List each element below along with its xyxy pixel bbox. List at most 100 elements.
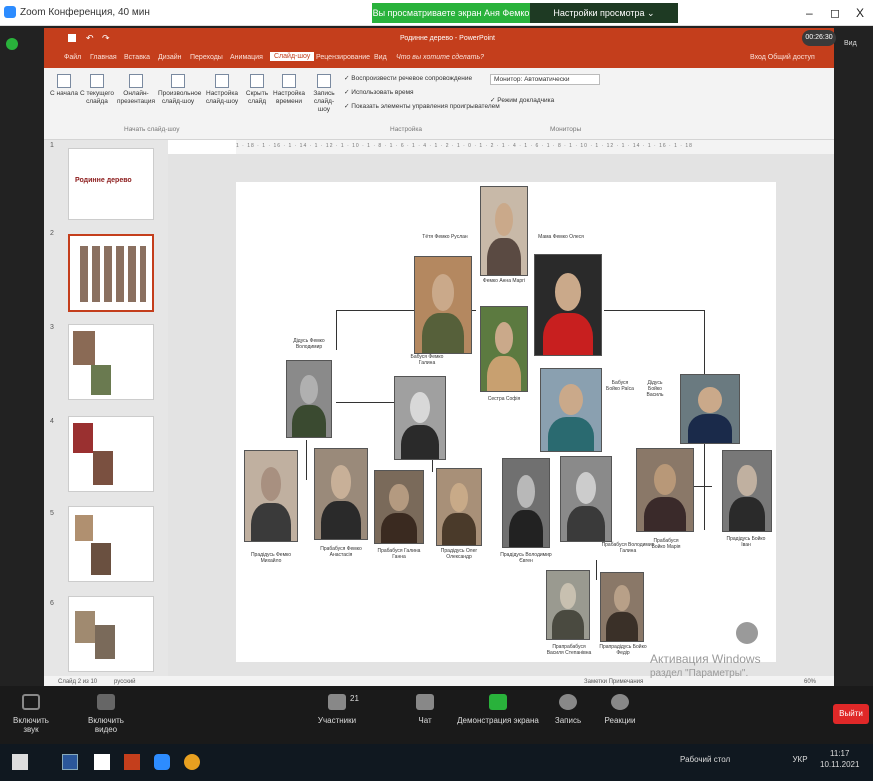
photo-ggp4[interactable] [436,468,482,546]
thumb-number: 4 [50,418,54,425]
rehearse-timings-button[interactable]: Настройка времени [272,74,306,106]
powerpoint-icon[interactable] [124,754,140,770]
language-indicator[interactable]: УКР [792,755,807,764]
windows-start-icon[interactable] [12,754,28,770]
label-gggp2: Прапрадідусь Бойко Федір [599,644,647,656]
zoom-percent[interactable]: 60% [804,679,816,685]
label-grandpa-left: Дідусь Фемко Володимир [293,338,325,350]
language-status[interactable]: русский [114,679,136,685]
menu-review[interactable]: Рецензирование [316,54,370,61]
body [321,501,361,539]
menu-file[interactable]: Файл [64,54,81,61]
body [380,512,418,543]
photo-ggp7[interactable] [636,448,694,532]
face [559,583,577,610]
system-tray: Рабочий стол УКР [680,755,808,764]
view-side-label[interactable]: Вид [844,40,857,47]
view-options-button[interactable]: Настройки просмотра ⌄ [530,3,678,23]
photo-mother[interactable] [534,254,602,356]
leave-meeting-button[interactable]: Выйти [833,704,869,724]
record-button[interactable]: Запись [550,694,586,725]
label-ggp5: Прадідусь Володимир Євген [500,552,552,564]
share-screen-button[interactable]: Демонстрация экрана [456,694,540,725]
menu-design[interactable]: Дизайн [158,54,182,61]
photo-grandpa-left[interactable] [286,360,332,438]
taskbar-clock[interactable]: 11:17 10.11.2021 [820,748,859,770]
slide-thumbnail-5[interactable] [68,506,154,582]
desktop-toolbar[interactable]: Рабочий стол [680,755,730,764]
record-show-button[interactable]: Запись слайд-шоу [308,74,340,114]
photo-me[interactable] [480,186,528,276]
photo-ggp1[interactable] [244,450,298,542]
menu-animations[interactable]: Анимация [230,54,263,61]
presenter-view-check[interactable]: ✓ Режим докладчика [490,96,554,104]
label-ggp4: Прадідусь Олег Олександр [440,548,478,560]
slide-thumbnail-4[interactable] [68,416,154,492]
slide-thumbnail-6[interactable] [68,596,154,672]
group-setup-label: Настройка [390,126,422,133]
maximize-button[interactable]: ◻ [830,6,840,20]
redo-icon[interactable]: ↷ [102,33,110,44]
share-signin-label[interactable]: Вход Общий доступ [750,54,815,61]
menu-insert[interactable]: Вставка [124,54,150,61]
custom-show-button[interactable]: Произвольное слайд-шоу [158,74,201,106]
undo-icon[interactable]: ↶ [86,33,94,44]
photo-ggp6[interactable] [560,456,612,542]
photo-grandma-right[interactable] [540,368,602,452]
label-me: Фемко Анна Маргі [482,278,526,284]
body [442,513,476,545]
check-timings[interactable]: ✓ Использовать время [344,88,414,96]
photo-gggp1[interactable] [546,570,590,640]
ps-app-icon[interactable] [62,754,78,770]
online-present-button[interactable]: Онлайн-презентация [116,74,156,106]
tell-me-search[interactable]: Что вы хотите сделать? [396,54,484,61]
notes-comments-buttons[interactable]: Заметки Примечания [584,679,643,685]
monitor-select[interactable]: Монитор: Автоматически [490,74,600,85]
menu-view[interactable]: Вид [374,54,387,61]
save-icon[interactable] [68,34,76,42]
from-beginning-button[interactable]: С начала [50,74,78,98]
photo-father[interactable] [414,256,472,354]
slide-family-tree[interactable]: Фемко Анна Маргі Тётя Фемко Руслан Мама … [236,182,776,662]
face [431,274,455,311]
thumb-number: 2 [50,230,54,237]
participants-count: 21 [350,694,359,703]
photo-grandma-left[interactable] [394,376,446,460]
menu-slideshow[interactable]: Слайд-шоу [270,52,315,61]
reactions-button[interactable]: Реакции [600,694,640,725]
chat-button[interactable]: Чат [410,694,440,725]
face [494,202,514,237]
face [389,483,409,512]
label-mother: Мама Фемко Олеся [538,234,584,240]
zoom-app-icon[interactable] [154,754,170,770]
photo-ggp3[interactable] [374,470,424,544]
photo-grandpa-right[interactable] [680,374,740,444]
timer-icon [282,74,296,88]
minimize-button[interactable]: – [806,6,813,20]
photo-ggp8[interactable] [722,450,772,532]
file-icon[interactable] [94,754,110,770]
photo-gggp2[interactable] [600,572,644,642]
slide-editing-canvas: Фемко Анна Маргі Тётя Фемко Руслан Мама … [168,154,834,676]
label-sister: Сестра Софія [487,396,521,402]
photo-sister[interactable] [480,306,528,392]
slide-thumbnail-1[interactable]: Родинне дерево [68,148,154,220]
setup-show-button[interactable]: Настройка слайд-шоу [202,74,242,106]
check-media-controls[interactable]: ✓ Показать элементы управления проигрыва… [344,102,500,110]
photo-ggp2[interactable] [314,448,368,540]
check-narration[interactable]: ✓ Воспроизвести речевое сопровождение [344,74,472,82]
photo-ggp5[interactable] [502,458,550,548]
from-current-button[interactable]: С текущего слайда [80,74,114,106]
menu-home[interactable]: Главная [90,54,117,61]
menu-transitions[interactable]: Переходы [190,54,223,61]
chrome-icon[interactable] [184,754,200,770]
thumb4-photo [73,423,93,453]
thumb-number: 1 [50,142,54,149]
slide-thumbnail-2[interactable] [68,234,154,312]
slide-thumbnail-3[interactable] [68,324,154,400]
start-video-button[interactable]: Включить видео [76,694,136,734]
close-button[interactable]: X [856,6,864,20]
body [508,510,544,547]
unmute-button[interactable]: Включить звук [6,694,56,734]
hide-slide-button[interactable]: Скрыть слайд [244,74,270,106]
